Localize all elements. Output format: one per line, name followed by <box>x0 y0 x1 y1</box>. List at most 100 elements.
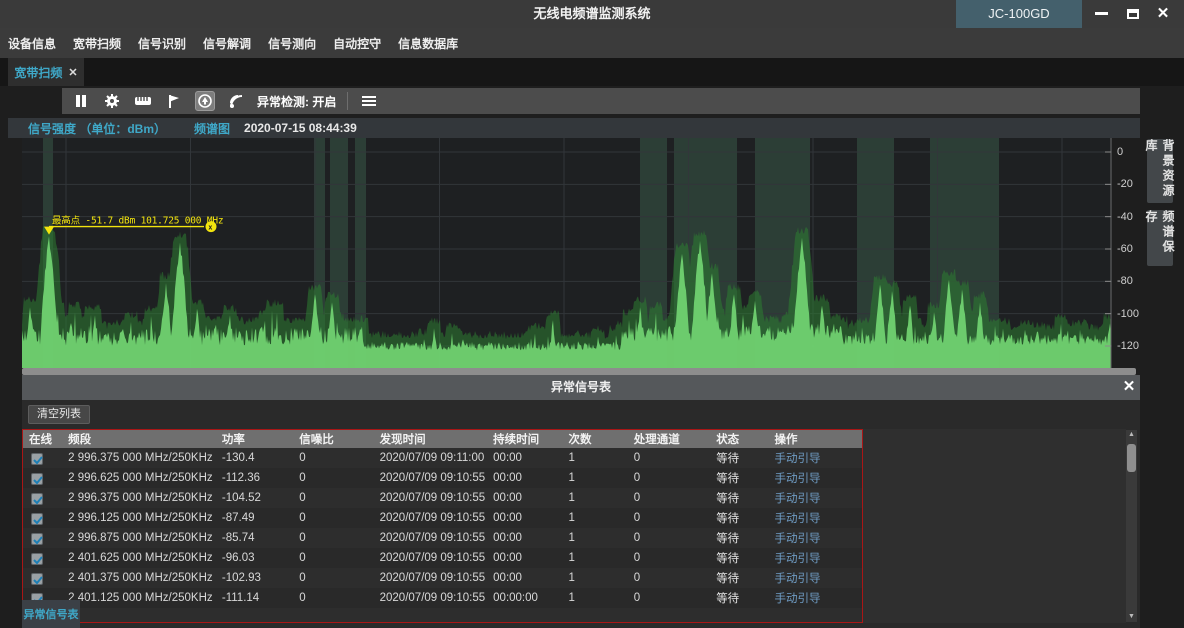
anomaly-table-bottom-tab[interactable]: 异常信号表 <box>22 600 80 628</box>
flag-icon[interactable] <box>164 91 184 111</box>
cell-count: 1 <box>563 448 628 468</box>
gear-icon[interactable] <box>102 91 122 111</box>
cell-status: 等待 <box>710 568 768 588</box>
cell-duration: 00:00 <box>487 548 562 568</box>
peak-annotation[interactable]: 最高点 -51.7 dBm 101.725 000 MHzx <box>44 215 223 235</box>
tab-close-icon[interactable]: ✕ <box>68 66 77 79</box>
online-checkbox[interactable] <box>31 513 43 525</box>
device-model-button[interactable]: JC-100GD <box>956 0 1082 28</box>
table-row[interactable]: 2 996.875 000 MHz/250KHz-85.7402020/07/0… <box>23 528 862 548</box>
background-library-label: 背景资源库 <box>1143 139 1177 203</box>
spectrum-save-label: 频谱保存 <box>1143 210 1177 266</box>
cell-status: 等待 <box>710 468 768 488</box>
clear-list-button[interactable]: 清空列表 <box>28 405 90 424</box>
panel-close-icon[interactable]: ✕ <box>1118 376 1140 398</box>
cell-action[interactable]: 手动引导 <box>768 548 862 568</box>
spectrum-svg: 最高点 -51.7 dBm 101.725 000 MHzx <box>22 138 1112 368</box>
chart-type-label[interactable]: 频谱图 <box>194 120 230 137</box>
online-checkbox[interactable] <box>31 493 43 505</box>
col-header-3[interactable]: 信噪比 <box>293 430 373 448</box>
anomaly-panel-header[interactable]: 异常信号表 <box>22 375 1140 400</box>
maximize-button[interactable] <box>1118 0 1148 28</box>
col-header-4[interactable]: 发现时间 <box>374 430 488 448</box>
online-checkbox[interactable] <box>31 453 43 465</box>
table-row[interactable]: 2 996.375 000 MHz/250KHz-104.5202020/07/… <box>23 488 862 508</box>
cell-action[interactable]: 手动引导 <box>768 488 862 508</box>
cell-power: -85.74 <box>216 528 293 548</box>
tab-broadband-scan[interactable]: 宽带扫频 ✕ <box>8 58 84 86</box>
col-header-7[interactable]: 处理通道 <box>628 430 710 448</box>
col-header-6[interactable]: 次数 <box>563 430 628 448</box>
col-header-1[interactable]: 频段 <box>62 430 216 448</box>
table-scrollbar-thumb[interactable] <box>1127 444 1136 472</box>
maximize-icon <box>1127 9 1139 19</box>
menu-item-2[interactable]: 信号识别 <box>138 35 186 52</box>
anomaly-detect-toggle[interactable]: 异常检测: 开启 <box>257 93 336 110</box>
cell-count: 1 <box>563 568 628 588</box>
cell-snr: 0 <box>293 568 373 588</box>
cell-found: 2020/07/09 09:10:55 <box>374 568 488 588</box>
col-header-0[interactable]: 在线 <box>23 430 62 448</box>
tab-label: 宽带扫频 <box>14 64 62 81</box>
online-checkbox[interactable] <box>31 533 43 545</box>
table-row[interactable]: 2 401.625 000 MHz/250KHz-96.0302020/07/0… <box>23 548 862 568</box>
close-button[interactable]: ✕ <box>1148 0 1178 28</box>
col-header-8[interactable]: 状态 <box>710 430 768 448</box>
cell-found: 2020/07/09 09:10:55 <box>374 588 488 608</box>
menu-icon[interactable] <box>359 91 379 111</box>
menu-item-5[interactable]: 自动控守 <box>333 35 381 52</box>
minimize-button[interactable] <box>1086 0 1116 28</box>
online-checkbox[interactable] <box>31 573 43 585</box>
table-row[interactable]: 2 996.625 000 MHz/250KHz-112.3602020/07/… <box>23 468 862 488</box>
table-row[interactable]: 2 401.125 000 MHz/250KHz-111.1402020/07/… <box>23 588 862 608</box>
cell-action[interactable]: 手动引导 <box>768 528 862 548</box>
cell-count: 1 <box>563 508 628 528</box>
cell-action[interactable]: 手动引导 <box>768 588 862 608</box>
cell-action[interactable]: 手动引导 <box>768 468 862 488</box>
cell-duration: 00:00 <box>487 528 562 548</box>
spectrum-save-button[interactable]: 频谱保存 <box>1147 210 1173 266</box>
scroll-up-icon[interactable]: ▲ <box>1127 430 1136 440</box>
ruler-icon[interactable] <box>133 91 153 111</box>
cell-freq: 2 401.125 000 MHz/250KHz <box>62 588 216 608</box>
background-library-button[interactable]: 背景资源库 <box>1147 139 1173 203</box>
cell-duration: 00:00 <box>487 568 562 588</box>
cell-action[interactable]: 手动引导 <box>768 568 862 588</box>
col-header-2[interactable]: 功率 <box>216 430 293 448</box>
menu-item-3[interactable]: 信号解调 <box>203 35 251 52</box>
cell-action[interactable]: 手动引导 <box>768 448 862 468</box>
cell-freq: 2 996.875 000 MHz/250KHz <box>62 528 216 548</box>
chart-ylabel[interactable]: 信号强度 （单位：dBm） <box>28 120 166 137</box>
spectrum-chart[interactable]: 最高点 -51.7 dBm 101.725 000 MHzx <box>22 138 1112 368</box>
menu-item-1[interactable]: 宽带扫频 <box>73 35 121 52</box>
antenna-icon[interactable] <box>226 91 246 111</box>
marker-up-icon[interactable] <box>195 91 215 111</box>
col-header-5[interactable]: 持续时间 <box>487 430 562 448</box>
y-tick-label: -100 <box>1117 308 1139 320</box>
cell-count: 1 <box>563 528 628 548</box>
cell-duration: 00:00 <box>487 468 562 488</box>
cell-count: 1 <box>563 468 628 488</box>
online-checkbox[interactable] <box>31 553 43 565</box>
online-checkbox[interactable] <box>31 473 43 485</box>
cell-power: -87.49 <box>216 508 293 528</box>
y-tick-label: 0 <box>1117 146 1123 158</box>
chart-header: 信号强度 （单位：dBm） 频谱图 2020-07-15 08:44:39 <box>8 118 1140 138</box>
menu-item-4[interactable]: 信号测向 <box>268 35 316 52</box>
scroll-down-icon[interactable]: ▼ <box>1127 612 1136 622</box>
table-row[interactable]: 2 401.375 000 MHz/250KHz-102.9302020/07/… <box>23 568 862 588</box>
table-row[interactable]: 2 996.125 000 MHz/250KHz-87.4902020/07/0… <box>23 508 862 528</box>
col-header-9[interactable]: 操作 <box>768 430 862 448</box>
peak-annotation-text: 最高点 -51.7 dBm 101.725 000 MHz <box>52 215 223 227</box>
cell-channel: 0 <box>628 508 710 528</box>
table-row[interactable]: 2 996.375 000 MHz/250KHz-130.402020/07/0… <box>23 448 862 468</box>
pause-icon[interactable] <box>71 91 91 111</box>
chart-horizontal-scrollbar[interactable] <box>22 368 1136 375</box>
anomaly-table[interactable]: 在线频段功率信噪比发现时间持续时间次数处理通道状态操作 2 996.375 00… <box>22 429 863 623</box>
cell-action[interactable]: 手动引导 <box>768 508 862 528</box>
cell-power: -102.93 <box>216 568 293 588</box>
cell-snr: 0 <box>293 548 373 568</box>
menu-item-0[interactable]: 设备信息 <box>8 35 56 52</box>
menu-item-6[interactable]: 信息数据库 <box>398 35 458 52</box>
cell-duration: 00:00 <box>487 508 562 528</box>
